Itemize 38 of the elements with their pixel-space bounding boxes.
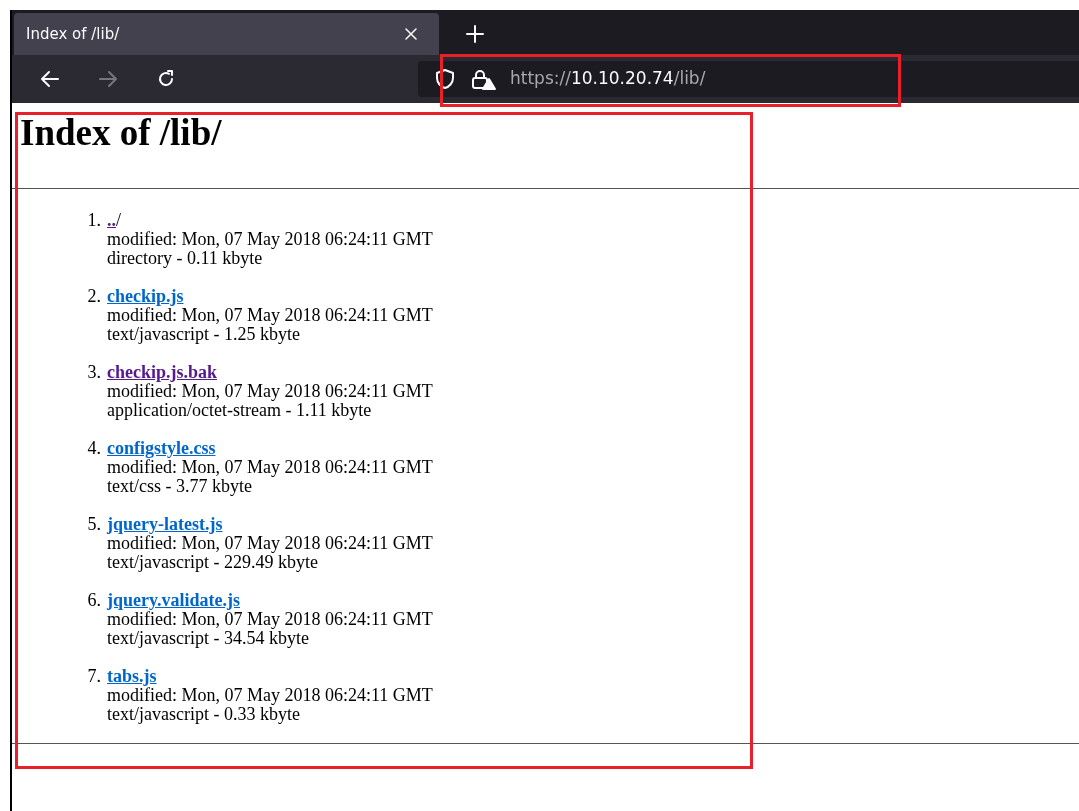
file-info: text/javascript - 229.49 kbyte — [107, 552, 319, 572]
file-info: application/octet-stream - 1.11 kbyte — [107, 400, 373, 420]
item-number: 6. — [86, 590, 102, 612]
modified-date: modified: Mon, 07 May 2018 06:24:11 GMT — [107, 685, 433, 705]
modified-date: modified: Mon, 07 May 2018 06:24:11 GMT — [107, 229, 433, 249]
reload-icon[interactable] — [156, 69, 176, 89]
file-info: text/javascript - 1.25 kbyte — [107, 324, 301, 344]
file-link[interactable]: jquery.validate.js — [107, 589, 240, 610]
modified-date: modified: Mon, 07 May 2018 06:24:11 GMT — [107, 533, 433, 553]
file-info: directory - 0.11 kbyte — [107, 248, 263, 268]
plus-icon[interactable] — [466, 25, 484, 43]
item-number: 7. — [86, 666, 102, 688]
item-number: 4. — [86, 438, 102, 460]
modified-date: modified: Mon, 07 May 2018 06:24:11 GMT — [107, 381, 433, 401]
item-number: 3. — [86, 362, 102, 384]
path-suffix: / — [116, 209, 121, 230]
file-info: text/css - 3.77 kbyte — [107, 476, 252, 496]
lock-warning-icon[interactable] — [470, 68, 496, 90]
item-number: 5. — [86, 514, 102, 536]
modified-date: modified: Mon, 07 May 2018 06:24:11 GMT — [107, 609, 433, 629]
file-link[interactable]: tabs.js — [107, 665, 157, 686]
file-link[interactable]: configstyle.css — [107, 437, 216, 458]
file-info: text/javascript - 0.33 kbyte — [107, 704, 301, 724]
modified-date: modified: Mon, 07 May 2018 06:24:11 GMT — [107, 457, 433, 477]
close-icon[interactable] — [405, 28, 417, 40]
item-number: 1. — [86, 210, 102, 232]
file-link[interactable]: checkip.js — [107, 285, 184, 306]
browser-tab[interactable]: Index of /lib/ — [14, 13, 439, 55]
back-arrow-icon[interactable] — [40, 69, 60, 89]
shield-icon[interactable] — [434, 68, 456, 90]
file-link[interactable]: jquery-latest.js — [107, 513, 223, 534]
forward-arrow-icon[interactable] — [98, 69, 118, 89]
page-heading: Index of /lib/ — [20, 113, 223, 154]
modified-date: modified: Mon, 07 May 2018 06:24:11 GMT — [107, 305, 433, 325]
item-number: 2. — [86, 286, 102, 308]
file-link[interactable]: checkip.js.bak — [107, 361, 218, 382]
file-info: text/javascript - 34.54 kbyte — [107, 628, 310, 648]
file-link[interactable]: .. — [107, 209, 116, 230]
